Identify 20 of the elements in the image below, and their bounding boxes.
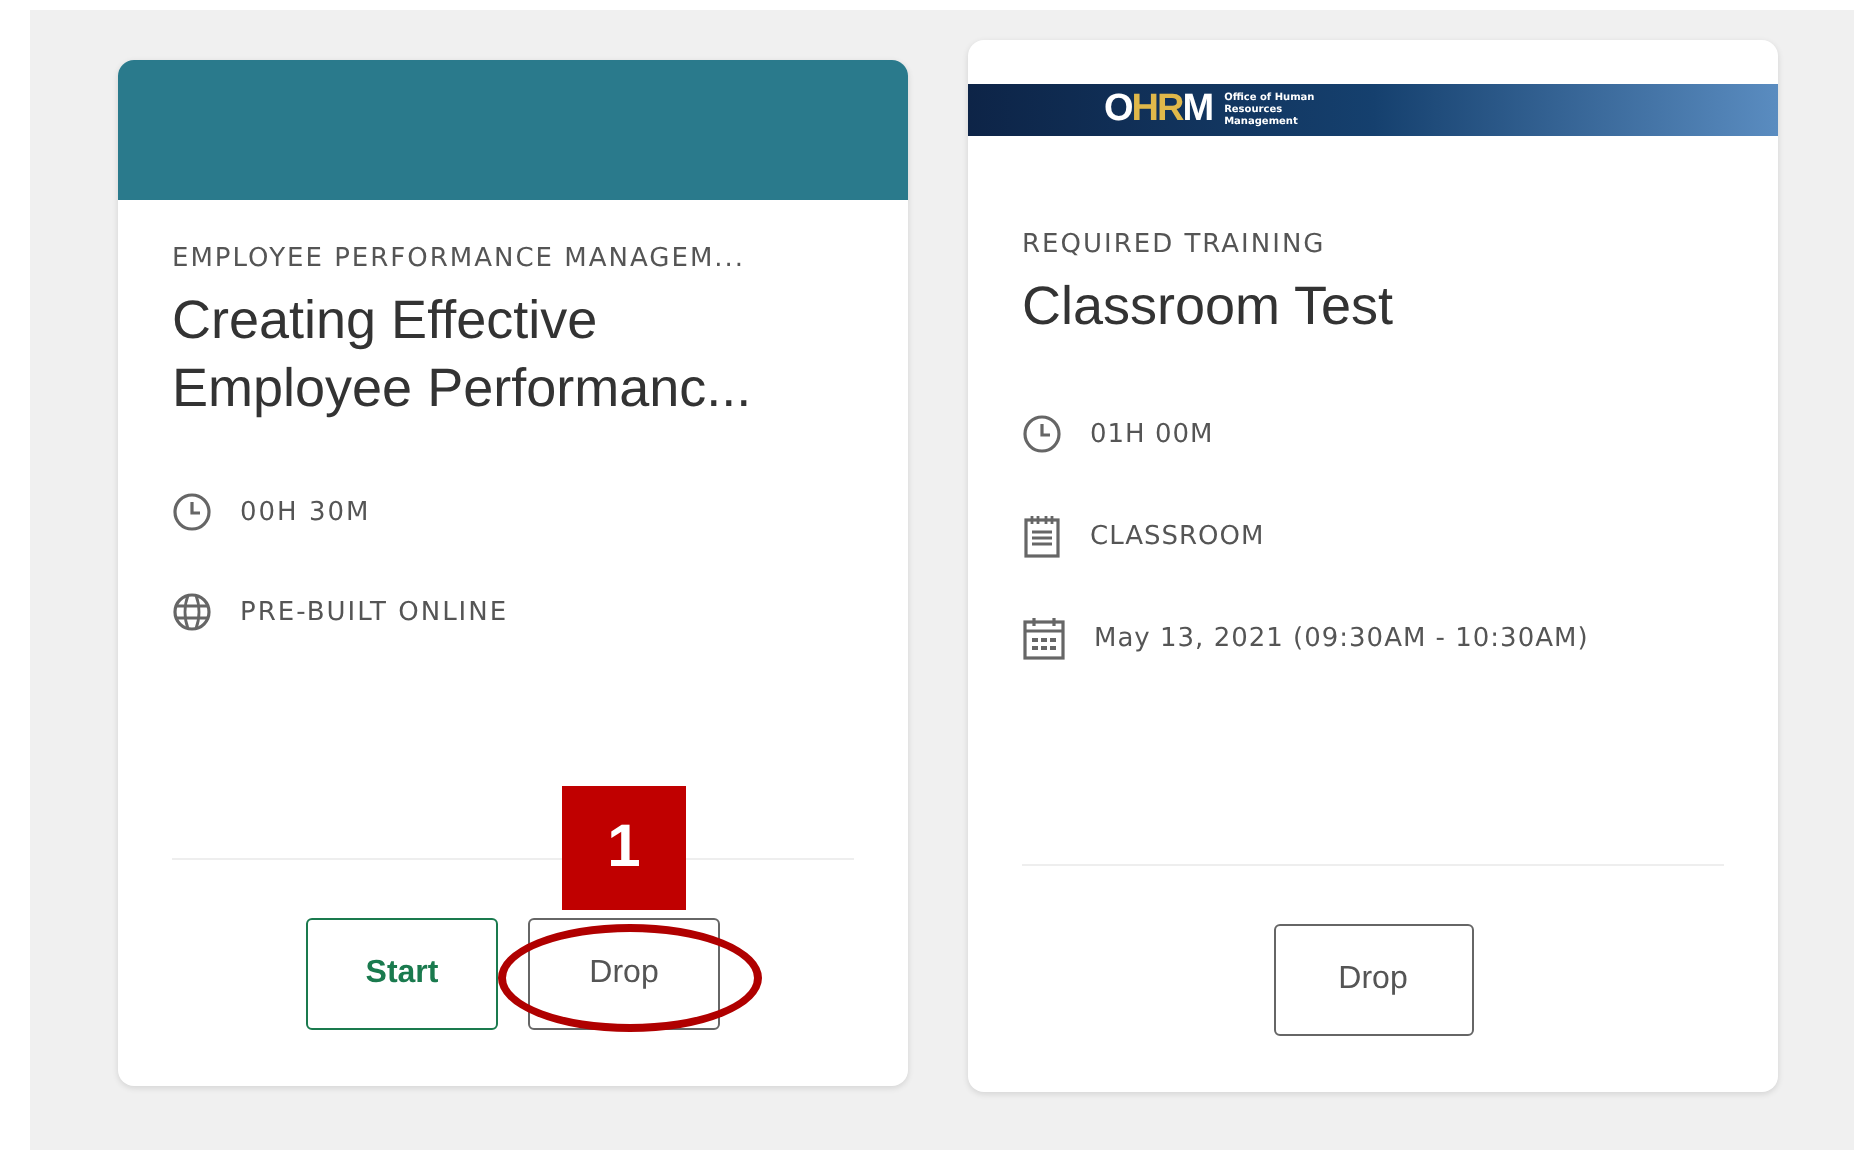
logo-letters: HR [1131,88,1183,130]
course-category: REQUIRED TRAINING [1022,230,1328,260]
callout-badge: 1 [562,786,686,910]
meta-text: May 13, 2021 (09:30AM - 10:30AM) [1094,623,1589,653]
meta-text: CLASSROOM [1090,521,1265,551]
globe-icon [172,592,212,632]
logo-letters: O [1104,88,1132,130]
clock-icon [172,492,212,532]
meta-text: 00H 30M [240,497,371,527]
meta-text: 01H 00M [1090,419,1214,449]
start-button[interactable]: Start [306,918,498,1030]
calendar-icon [1022,616,1066,660]
drop-button[interactable]: Drop [1273,924,1473,1036]
course-category: EMPLOYEE PERFORMANCE MANAGEM... [172,244,748,274]
notepad-icon [1022,514,1062,558]
logo-letters: M [1182,88,1213,130]
meta-text: PRE-BUILT ONLINE [240,597,509,627]
clock-icon [1022,414,1062,454]
course-title: Classroom Test [1022,274,1396,340]
course-title: Creating Effective Employee Performanc... [172,288,754,422]
